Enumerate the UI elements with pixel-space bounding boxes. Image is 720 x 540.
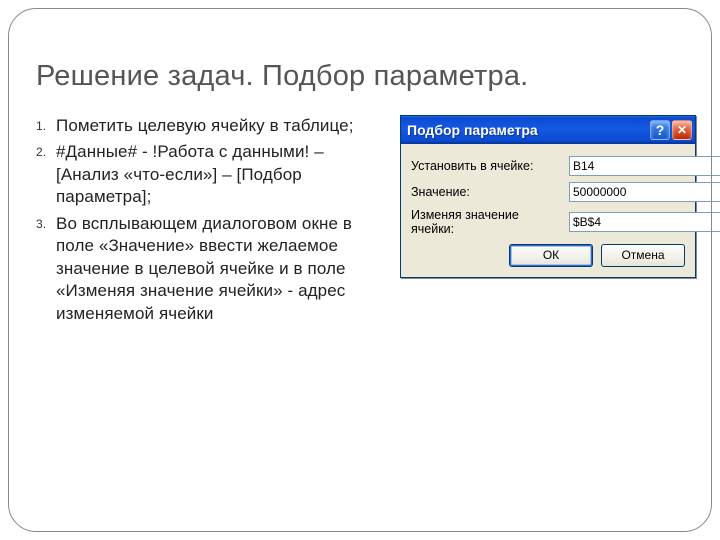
columns: Пометить целевую ячейку в таблице; #Данн…	[36, 115, 684, 329]
help-button[interactable]: ?	[650, 120, 670, 140]
list-item: Во всплывающем диалоговом окне в поле «З…	[36, 213, 384, 325]
instruction-list: Пометить целевую ячейку в таблице; #Данн…	[36, 115, 384, 325]
dialog-body: Установить в ячейке: Значени	[401, 144, 695, 277]
value-input[interactable]	[569, 182, 720, 202]
instructions-column: Пометить целевую ячейку в таблице; #Данн…	[36, 115, 384, 329]
close-button[interactable]: ✕	[672, 120, 692, 140]
dialog-buttons: ОК Отмена	[411, 244, 685, 267]
goal-seek-dialog: Подбор параметра ? ✕ Установить в ячейке…	[400, 115, 696, 278]
slide-content: Решение задач. Подбор параметра. Пометит…	[0, 0, 720, 349]
list-item: #Данные# - !Работа с данными! – [Анализ …	[36, 141, 384, 208]
changing-cell-input[interactable]	[569, 212, 720, 232]
list-item: Пометить целевую ячейку в таблице;	[36, 115, 384, 137]
ok-button[interactable]: ОК	[509, 244, 593, 267]
help-icon: ?	[656, 122, 665, 138]
dialog-titlebar[interactable]: Подбор параметра ? ✕	[401, 116, 695, 144]
changing-cell-row: Изменяя значение ячейки:	[411, 208, 685, 236]
value-label: Значение:	[411, 185, 565, 199]
dialog-column: Подбор параметра ? ✕ Установить в ячейке…	[400, 115, 696, 329]
set-cell-label: Установить в ячейке:	[411, 159, 565, 173]
page-title: Решение задач. Подбор параметра.	[36, 60, 684, 93]
value-row: Значение:	[411, 182, 685, 202]
set-cell-input[interactable]	[569, 156, 720, 176]
close-icon: ✕	[677, 123, 687, 137]
dialog-title: Подбор параметра	[407, 122, 648, 138]
set-cell-row: Установить в ячейке:	[411, 156, 685, 176]
cancel-button[interactable]: Отмена	[601, 244, 685, 267]
changing-cell-label: Изменяя значение ячейки:	[411, 208, 565, 236]
